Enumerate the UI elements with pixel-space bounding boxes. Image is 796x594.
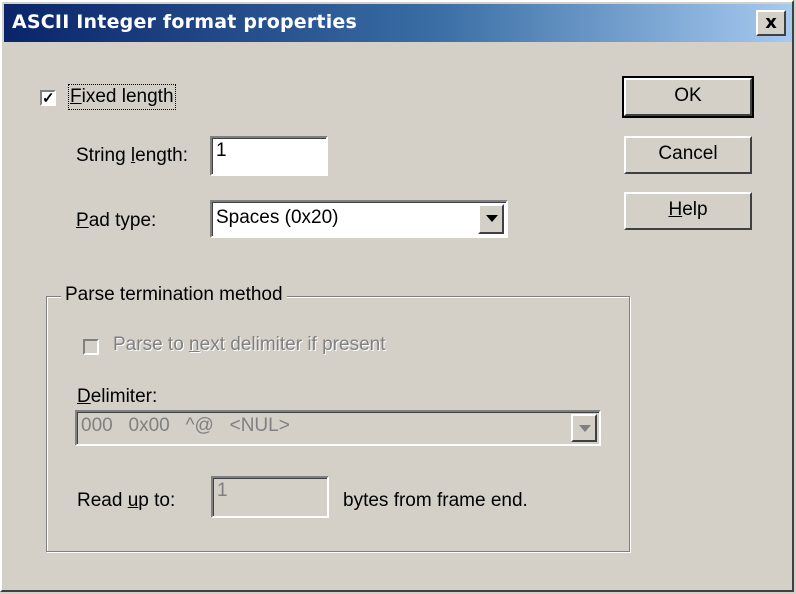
delimiter-value: 000 0x00 ^@ <NUL>: [81, 415, 290, 436]
close-button[interactable]: x: [756, 10, 786, 36]
help-button-label: elp: [682, 199, 708, 220]
fixed-length-checkbox[interactable]: ✓: [40, 90, 56, 106]
pad-type-label: Pad type:: [76, 210, 156, 232]
bytes-from-frame-end-label: bytes from frame end.: [343, 490, 528, 511]
parse-termination-group: Parse termination method Parse to next d…: [46, 284, 630, 552]
chevron-down-icon: [486, 215, 498, 222]
read-up-to-label-accel: u: [127, 490, 139, 511]
pad-type-dropdown-button[interactable]: [478, 204, 504, 234]
delimiter-label: Delimiter:: [77, 386, 157, 408]
parse-next-label-pre: Parse to: [113, 334, 190, 355]
parse-next-delimiter-checkbox[interactable]: [83, 339, 99, 355]
pad-type-label-text: ad type:: [88, 210, 157, 231]
fixed-length-label-text: ixed length: [81, 86, 174, 107]
read-up-to-label-pre: Read: [77, 490, 128, 511]
cancel-button[interactable]: Cancel: [624, 136, 752, 174]
read-up-to-label-post: p to:: [138, 490, 176, 511]
delimiter-select[interactable]: 000 0x00 ^@ <NUL>: [75, 410, 601, 446]
close-icon: x: [765, 12, 777, 33]
string-length-input[interactable]: 1: [210, 136, 328, 176]
help-button-accel: H: [668, 199, 683, 220]
string-length-value: 1: [216, 140, 227, 161]
parse-next-label-accel: n: [189, 334, 200, 355]
string-length-label: String length:: [76, 145, 188, 167]
string-length-label-pre: String: [76, 145, 131, 166]
dialog-window: ASCII Integer format properties x ✓ Fixe…: [0, 0, 794, 592]
ok-button-label: OK: [674, 85, 702, 106]
fixed-length-label[interactable]: Fixed length: [68, 84, 176, 110]
parse-termination-group-title: Parse termination method: [61, 284, 287, 306]
read-up-to-label: Read up to:: [77, 490, 175, 512]
ok-button[interactable]: OK: [622, 76, 754, 118]
fixed-length-label-accel: F: [70, 86, 82, 107]
cancel-button-label: Cancel: [658, 143, 718, 164]
string-length-label-post: ength:: [135, 145, 188, 166]
chevron-down-icon: [579, 425, 591, 432]
delimiter-dropdown-button[interactable]: [571, 414, 597, 442]
pad-type-select[interactable]: Spaces (0x20): [210, 200, 508, 238]
checkmark-icon: ✓: [42, 90, 55, 107]
delimiter-label-accel: D: [77, 386, 91, 407]
read-up-to-value: 1: [217, 480, 228, 501]
pad-type-value: Spaces (0x20): [216, 207, 339, 228]
read-up-to-input[interactable]: 1: [211, 476, 329, 518]
delimiter-label-text: elimiter:: [90, 386, 158, 407]
parse-next-delimiter-label: Parse to next delimiter if present: [113, 334, 385, 356]
window-title: ASCII Integer format properties: [12, 11, 357, 33]
help-button[interactable]: Help: [624, 192, 752, 230]
parse-next-label-post: ext delimiter if present: [199, 334, 386, 355]
title-bar[interactable]: ASCII Integer format properties x: [4, 4, 792, 42]
pad-type-label-accel: P: [76, 210, 89, 231]
